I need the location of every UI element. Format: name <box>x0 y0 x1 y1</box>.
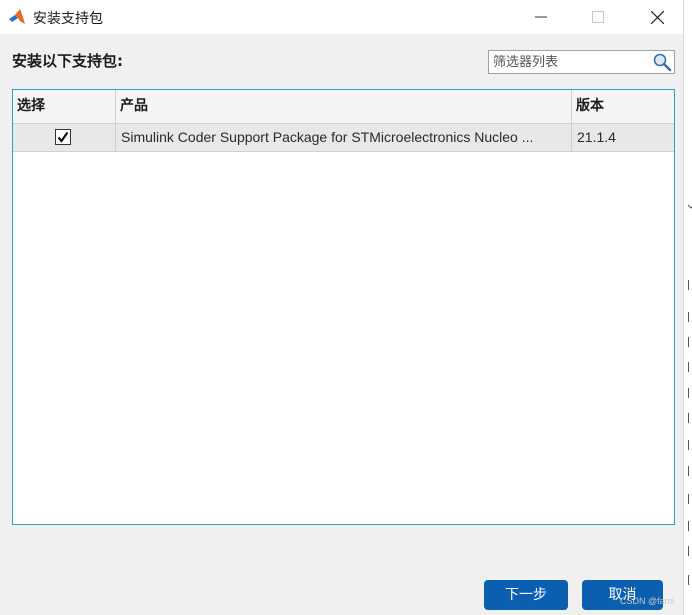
background-text-fragment <box>688 575 692 585</box>
matlab-logo-icon <box>9 9 25 24</box>
table-row[interactable]: Simulink Coder Support Package for STMic… <box>13 124 674 152</box>
background-window-edge <box>683 0 692 615</box>
background-text-fragment <box>688 280 692 290</box>
install-support-package-dialog: 安装支持包 安装以下支持包: 选择 产品 版本 <box>0 0 683 615</box>
product-cell: Simulink Coder Support Package for STMic… <box>116 124 572 151</box>
maximize-icon <box>592 11 604 23</box>
minimize-button[interactable] <box>518 0 564 34</box>
background-text-fragment <box>688 388 692 398</box>
column-header-select[interactable]: 选择 <box>13 90 116 123</box>
close-button[interactable] <box>634 0 680 34</box>
page-heading: 安装以下支持包: <box>12 52 123 70</box>
background-text-fragment <box>688 312 692 322</box>
title-bar: 安装支持包 <box>0 0 683 34</box>
watermark: CSDN @fami <box>620 596 675 606</box>
background-text-fragment <box>688 521 692 531</box>
checkmark-icon <box>57 131 69 143</box>
background-text-fragment <box>688 440 692 450</box>
column-header-version[interactable]: 版本 <box>572 90 674 123</box>
minimize-icon <box>535 16 547 18</box>
background-text-fragment <box>688 362 692 372</box>
background-text-fragment <box>688 413 692 423</box>
chevron-down-icon <box>687 195 692 209</box>
background-text-fragment <box>688 546 692 556</box>
filter-search-box[interactable] <box>488 50 675 74</box>
filter-input[interactable] <box>493 53 643 71</box>
maximize-button[interactable] <box>575 0 621 34</box>
version-cell: 21.1.4 <box>577 129 616 145</box>
background-text-fragment <box>688 466 692 476</box>
window-title: 安装支持包 <box>33 11 103 27</box>
next-button[interactable]: 下一步 <box>484 580 568 610</box>
table-header: 选择 产品 版本 <box>13 90 674 124</box>
select-checkbox[interactable] <box>55 129 71 145</box>
select-cell <box>13 124 116 151</box>
background-text-fragment <box>688 494 692 504</box>
column-header-product[interactable]: 产品 <box>116 90 572 123</box>
close-icon <box>650 10 664 24</box>
search-icon[interactable] <box>652 52 672 72</box>
background-text-fragment <box>688 337 692 347</box>
support-package-table: 选择 产品 版本 Simulink Coder Support Package … <box>12 89 675 525</box>
